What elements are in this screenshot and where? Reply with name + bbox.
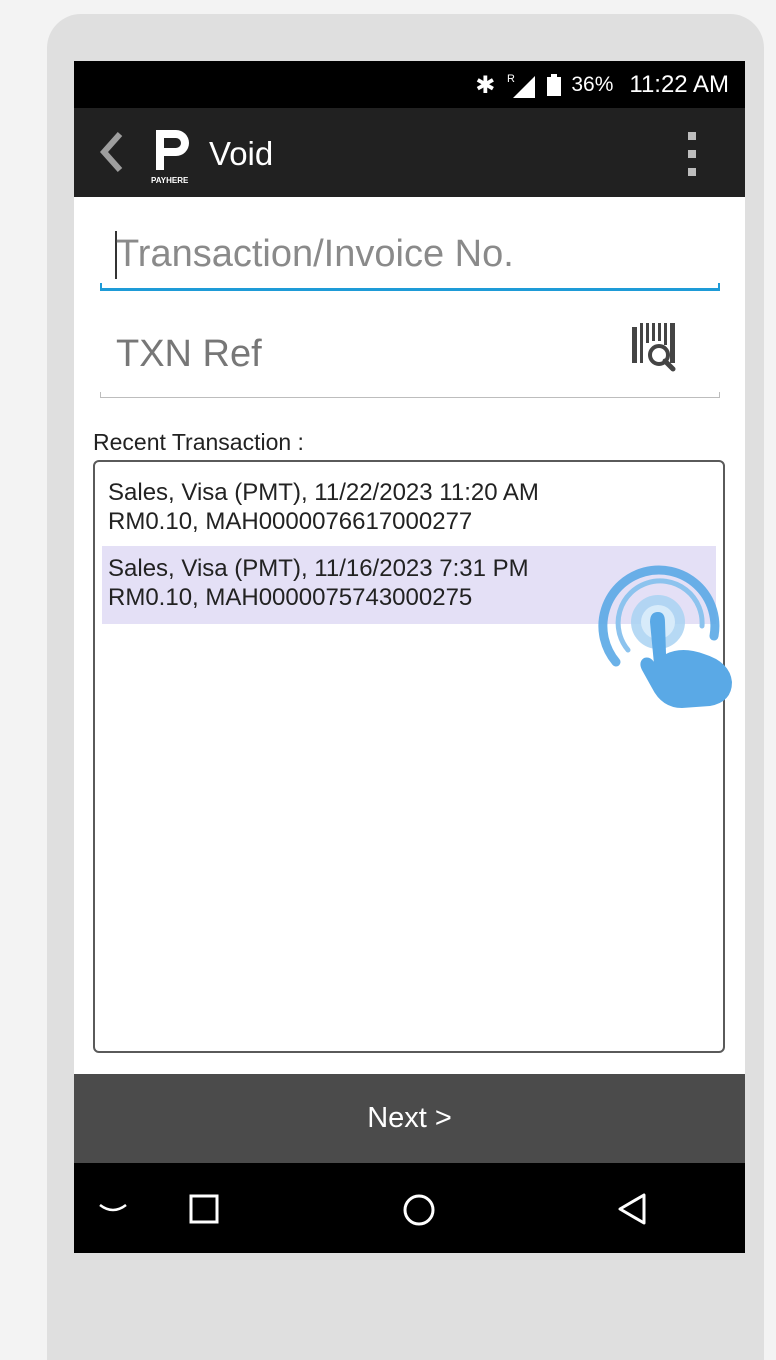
transaction-summary: Sales, Visa (PMT), 11/22/2023 11:20 AM — [108, 479, 539, 506]
roaming-badge: R — [507, 73, 515, 85]
barcode-scan-icon[interactable] — [630, 319, 678, 383]
input-underline-focused — [100, 283, 720, 291]
bluetooth-icon: ✱ — [475, 70, 496, 99]
transaction-invoice-placeholder: Transaction/Invoice No. — [116, 233, 514, 275]
input-underline — [100, 392, 720, 398]
clock: 11:22 AM — [629, 70, 729, 98]
signal-roaming-icon: R — [505, 72, 537, 98]
system-nav-bar — [74, 1163, 745, 1253]
tap-gesture-hand-icon — [598, 558, 738, 713]
next-button[interactable]: Next > — [74, 1074, 745, 1163]
recent-transaction-label: Recent Transaction : — [93, 429, 304, 455]
recent-transaction-list[interactable]: Sales, Visa (PMT), 11/22/2023 11:20 AM R… — [93, 460, 725, 1053]
list-item[interactable]: Sales, Visa (PMT), 11/22/2023 11:20 AM R… — [102, 470, 716, 546]
txn-ref-placeholder: TXN Ref — [116, 333, 262, 375]
transaction-invoice-input[interactable]: Transaction/Invoice No. — [100, 221, 720, 291]
txn-ref-input[interactable]: TXN Ref — [100, 316, 720, 398]
transaction-reference: RM0.10, MAH0000076617000277 — [108, 508, 473, 535]
home-circle-icon[interactable] — [402, 1193, 436, 1227]
chevron-left-icon[interactable] — [96, 130, 126, 174]
page-title: Void — [209, 135, 274, 172]
overflow-menu-icon[interactable] — [686, 132, 698, 176]
battery-icon — [547, 73, 562, 96]
app-toolbar: PAYHERE Void — [74, 108, 745, 197]
recents-square-icon[interactable] — [189, 1194, 219, 1224]
logo-caption: PAYHERE — [151, 176, 189, 185]
back-triangle-icon[interactable] — [616, 1192, 648, 1226]
status-bar: ✱ R 36% 11:22 AM — [74, 61, 745, 108]
battery-percent: 36% — [571, 72, 614, 96]
payhere-logo: PAYHERE — [150, 126, 196, 186]
hide-keyboard-icon[interactable] — [98, 1201, 128, 1217]
